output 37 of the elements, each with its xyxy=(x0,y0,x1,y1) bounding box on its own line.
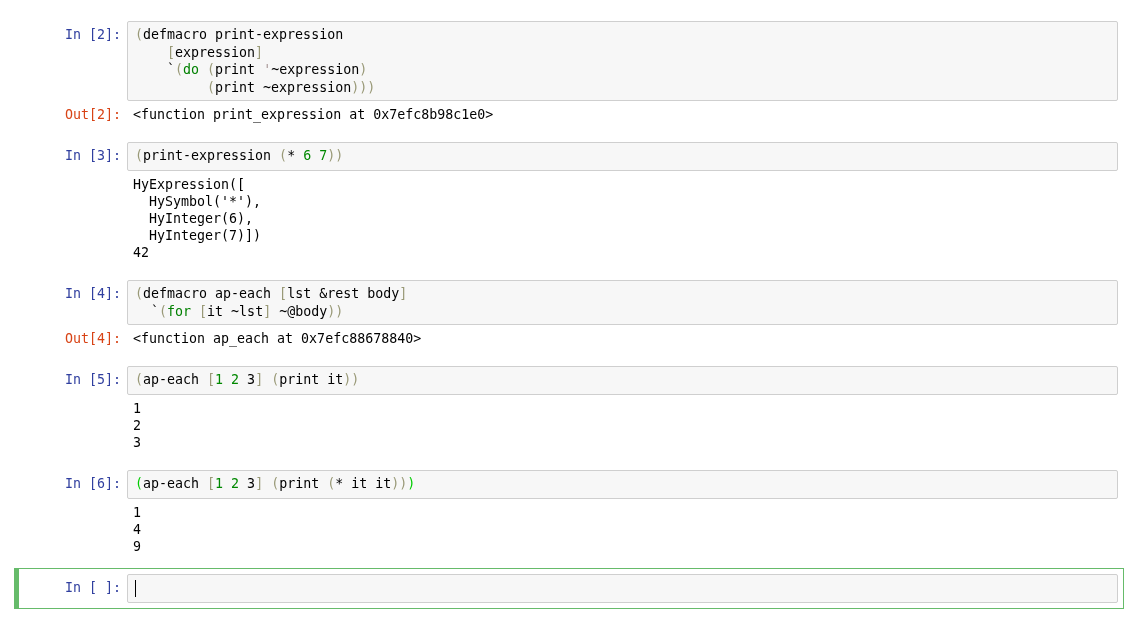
input-prompt: In [2]: xyxy=(63,26,122,43)
output-prompt: Out[4]: xyxy=(63,330,122,347)
code-input[interactable] xyxy=(127,574,1118,603)
code-input[interactable]: (defmacro print-expression [expression] `(do (print '~expression) (print ~expression))) xyxy=(127,21,1118,101)
output-line: HyInteger(6), xyxy=(148,210,254,227)
code-line: (ap-each [1 2 3] (print it)) xyxy=(135,371,360,389)
code-input[interactable]: (defmacro ap-each [lst &rest body] `(for [it ~lst] ~@body)) xyxy=(127,280,1118,325)
code-line: (ap-each [1 2 3] (print (* it it))) xyxy=(135,475,416,493)
text-cursor xyxy=(135,580,136,597)
code-line: (print-expression (* 6 7)) xyxy=(135,147,344,165)
input-prompt: In [6]: xyxy=(63,475,122,492)
output-line: 3 xyxy=(133,434,141,451)
output-line: 42 xyxy=(133,244,149,261)
input-prompt: In [3]: xyxy=(63,147,122,164)
output-line: HySymbol('*'), xyxy=(148,193,262,210)
code-input[interactable]: (print-expression (* 6 7)) xyxy=(127,142,1118,171)
output-line: HyExpression([ xyxy=(133,176,246,193)
input-prompt: In [5]: xyxy=(63,371,122,388)
output-line: 1 xyxy=(133,504,141,521)
code-input[interactable]: (ap-each [1 2 3] (print it)) xyxy=(127,366,1118,395)
code-line: `(for [it ~lst] ~@body)) xyxy=(150,302,344,320)
output-line: 9 xyxy=(133,538,141,555)
code-line: (print ~expression))) xyxy=(206,78,376,96)
output-line: 2 xyxy=(133,417,141,434)
output-prompt: Out[2]: xyxy=(63,106,122,123)
input-prompt: In [4]: xyxy=(63,285,122,302)
output-line: 4 xyxy=(133,521,141,538)
code-line: [expression] xyxy=(166,43,264,61)
output-line: <function print_expression at 0x7efc8b98c1e0> xyxy=(133,106,494,123)
output-line: <function ap_each at 0x7efc88678840> xyxy=(133,330,422,347)
code-input[interactable]: (ap-each [1 2 3] (print (* it it))) xyxy=(127,470,1118,499)
code-line: (defmacro ap-each [lst &rest body] xyxy=(135,285,408,303)
output-line: 1 xyxy=(133,400,141,417)
code-line: (defmacro print-expression xyxy=(135,26,344,44)
code-line: `(do (print '~expression) xyxy=(166,61,368,79)
input-prompt: In [ ]: xyxy=(63,579,122,596)
output-line: HyInteger(7)]) xyxy=(148,227,262,244)
